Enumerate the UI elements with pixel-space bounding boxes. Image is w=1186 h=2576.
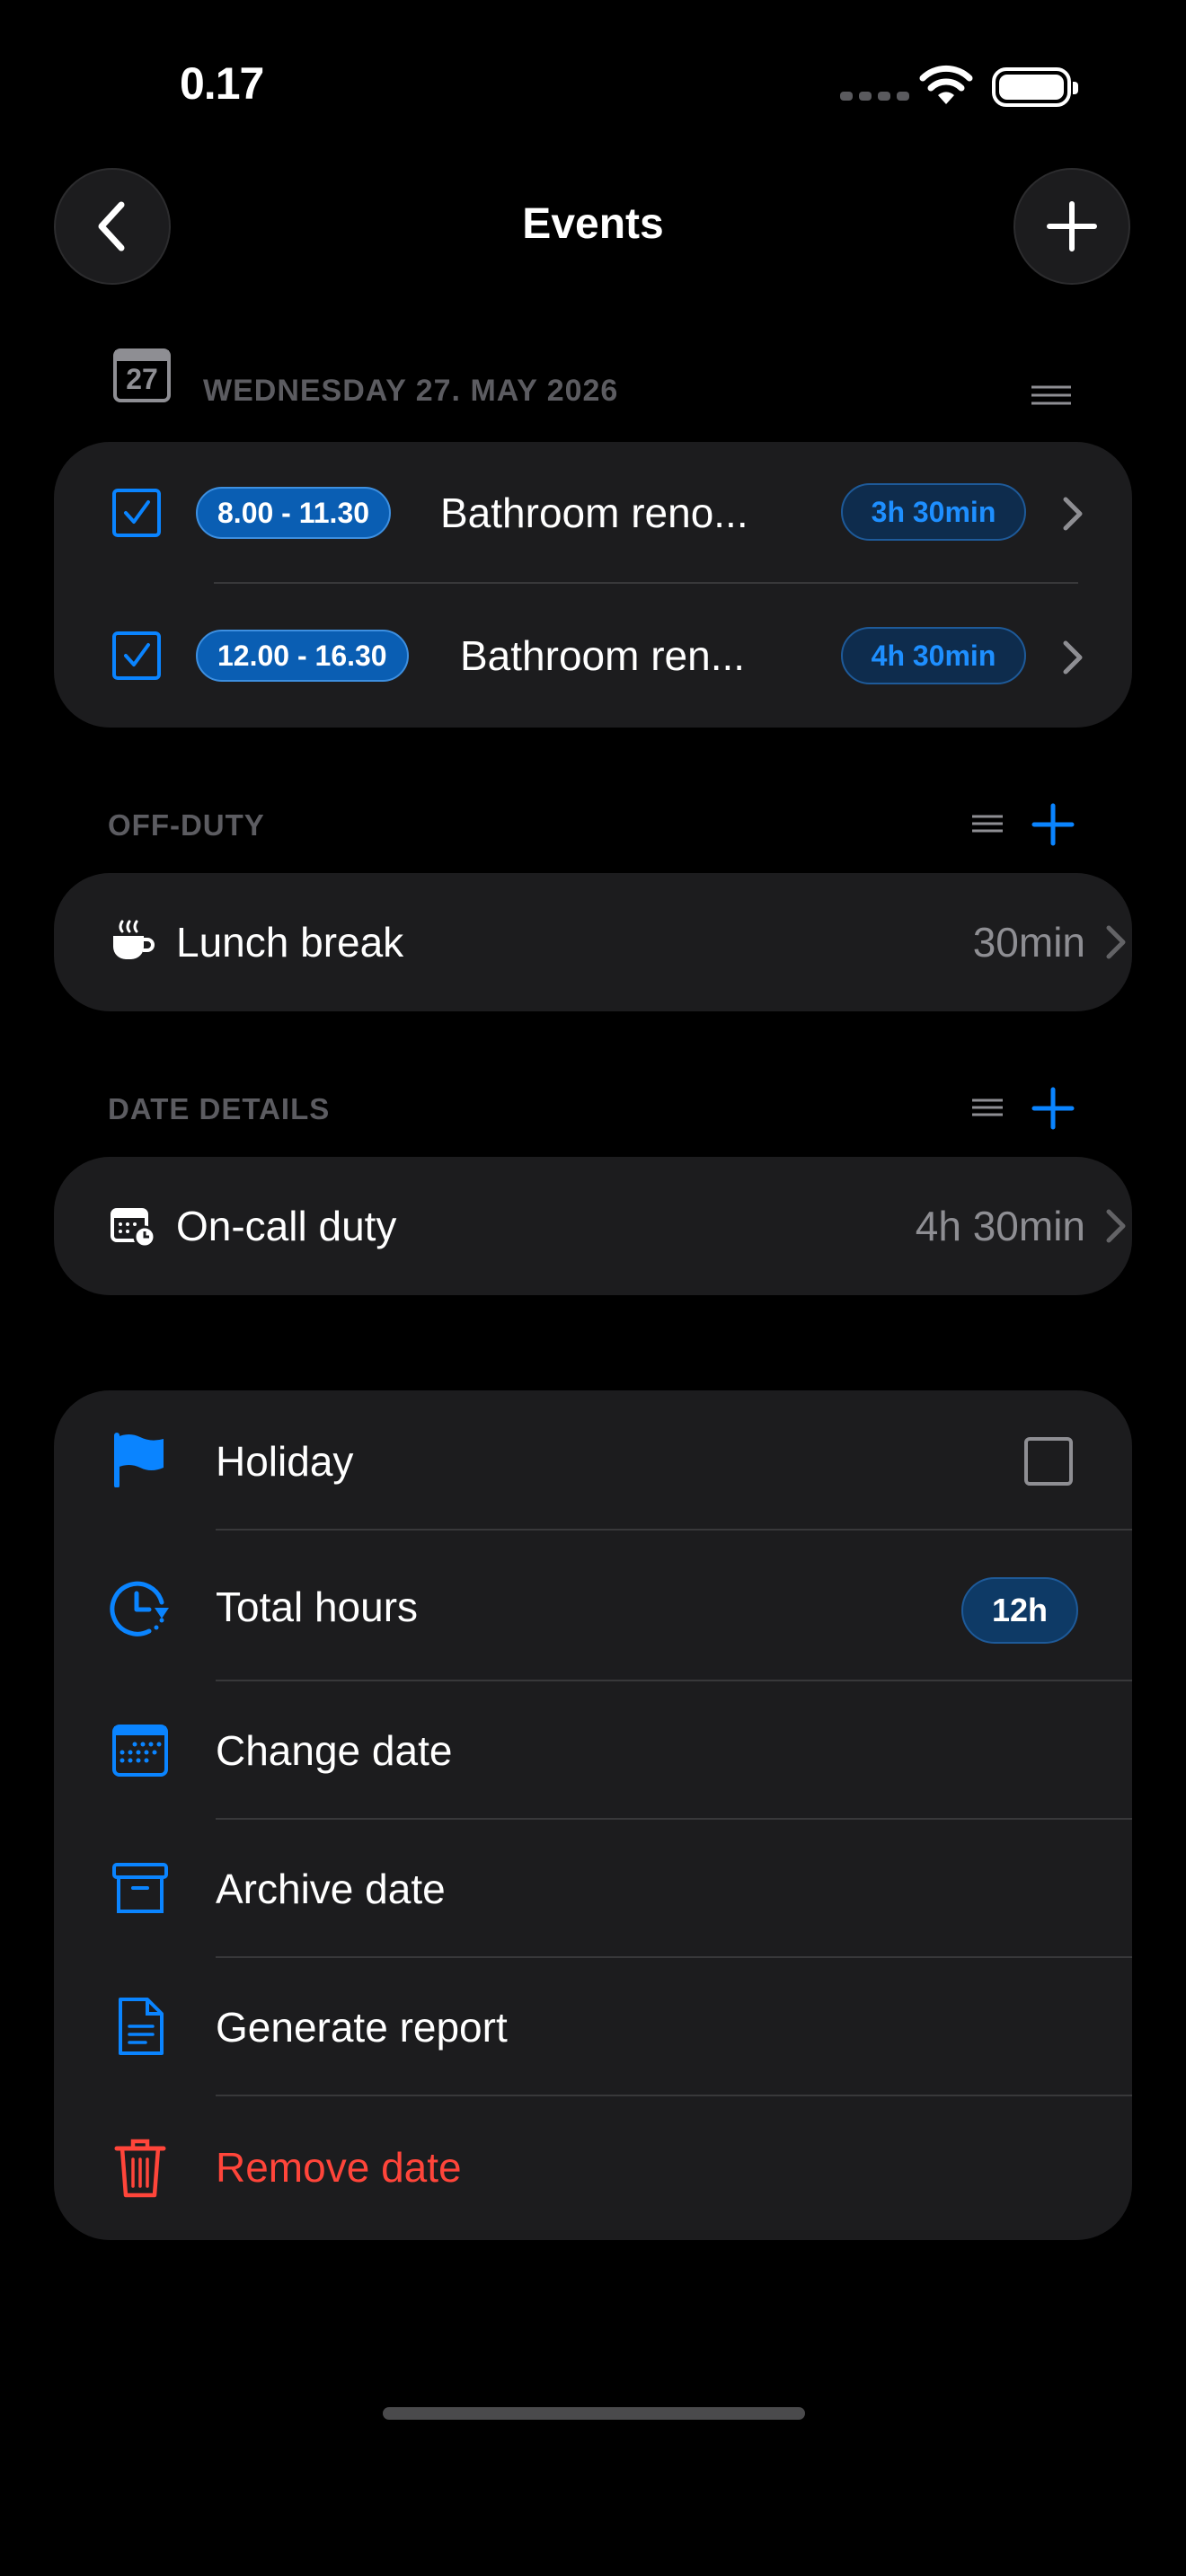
clock-icon (110, 1581, 169, 1636)
archive-date-row[interactable]: Archive date (54, 1820, 1132, 1958)
generate-report-label: Generate report (216, 2004, 508, 2051)
home-indicator (383, 2407, 805, 2420)
holiday-row[interactable]: Holiday (54, 1390, 1132, 1531)
on-call-duty-value: 4h 30min (915, 1203, 1085, 1249)
lunch-break-label: Lunch break (176, 919, 404, 966)
holiday-checkbox[interactable] (1024, 1437, 1073, 1486)
total-hours-row: Total hours 12h (54, 1531, 1132, 1680)
lunch-break-value: 30min (972, 919, 1085, 966)
page-title: Events (522, 200, 664, 248)
status-time: 0.17 (180, 58, 264, 109)
remove-date-row[interactable]: Remove date (54, 2096, 1132, 2240)
checkbox-checked-icon[interactable] (111, 488, 162, 538)
change-date-row[interactable]: Change date (54, 1681, 1132, 1820)
remove-date-label: Remove date (216, 2144, 462, 2191)
chevron-right-icon (1106, 1209, 1126, 1243)
coffee-cup-icon (113, 920, 155, 959)
flag-icon (114, 1433, 164, 1487)
calendar-day-number: 27 (126, 363, 158, 395)
chevron-right-icon (1063, 497, 1083, 531)
cellular-signal-icon (840, 92, 909, 101)
archive-date-label: Archive date (216, 1866, 446, 1912)
chevron-right-icon (1063, 640, 1083, 675)
generate-report-row[interactable]: Generate report (54, 1958, 1132, 2096)
event-duration-pill: 4h 30min (841, 627, 1026, 684)
holiday-label: Holiday (216, 1438, 354, 1485)
event-row[interactable]: 12.00 - 16.30 Bathroom ren... 4h 30min (54, 584, 1132, 728)
archive-icon (112, 1863, 168, 1913)
actions-card: Holiday Total hours 12h Change date Arch… (54, 1390, 1132, 2240)
off-duty-label: OFF-DUTY (108, 808, 265, 842)
calendar-icon (112, 1725, 168, 1777)
reorder-handle-icon[interactable] (970, 1097, 1005, 1118)
reorder-handle-icon[interactable] (970, 813, 1005, 834)
on-call-duty-label: On-call duty (176, 1203, 397, 1249)
checkbox-checked-icon[interactable] (111, 631, 162, 681)
on-call-duty-row[interactable]: On-call duty 4h 30min (54, 1157, 1132, 1295)
event-time-pill: 12.00 - 16.30 (196, 630, 409, 682)
date-label: WEDNESDAY 27. MAY 2026 (203, 374, 619, 408)
events-card: 8.00 - 11.30 Bathroom reno... 3h 30min 1… (54, 442, 1132, 728)
document-icon (119, 1998, 164, 2055)
add-event-button[interactable] (1013, 168, 1130, 285)
total-hours-badge: 12h (961, 1577, 1078, 1644)
calendar-day-icon: 27 (113, 347, 171, 402)
battery-icon (992, 67, 1078, 107)
trash-icon (114, 2139, 166, 2198)
event-row[interactable]: 8.00 - 11.30 Bathroom reno... 3h 30min (54, 442, 1132, 584)
chevron-right-icon (1106, 925, 1126, 959)
event-title: Bathroom reno... (440, 490, 748, 536)
total-hours-label: Total hours (216, 1584, 419, 1630)
event-duration-pill: 3h 30min (841, 483, 1026, 541)
add-off-duty-plus-icon[interactable] (1031, 803, 1075, 846)
calendar-clock-icon (111, 1208, 156, 1248)
reorder-handle-icon[interactable] (1030, 384, 1073, 406)
wifi-icon (919, 65, 973, 104)
event-time-pill: 8.00 - 11.30 (196, 487, 392, 539)
event-title: Bathroom ren... (460, 632, 746, 679)
change-date-label: Change date (216, 1727, 453, 1774)
add-date-detail-plus-icon[interactable] (1031, 1087, 1075, 1130)
plus-icon (1047, 201, 1097, 251)
date-details-label: DATE DETAILS (108, 1092, 331, 1125)
lunch-break-row[interactable]: Lunch break 30min (54, 873, 1132, 1011)
